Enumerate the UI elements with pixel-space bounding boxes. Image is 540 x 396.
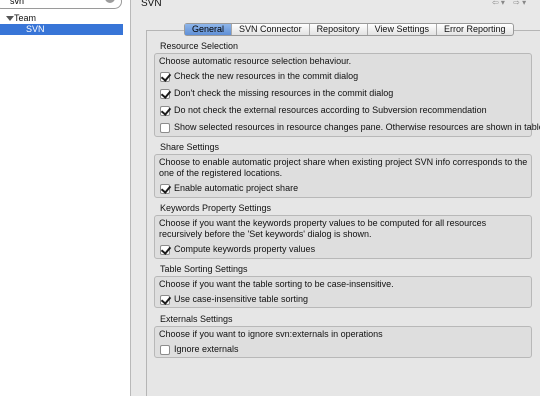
tab-general[interactable]: General: [185, 24, 233, 35]
group-box: Choose if you want the keywords property…: [154, 215, 532, 259]
tab-svn-connector[interactable]: SVN Connector: [232, 24, 310, 35]
group-title: Keywords Property Settings: [160, 203, 272, 213]
checkbox-label: Show selected resources in resource chan…: [174, 122, 540, 133]
group-box: Choose if you want the table sorting to …: [154, 276, 532, 308]
checkbox[interactable]: [160, 105, 170, 116]
tree-item-svn[interactable]: SVN: [0, 24, 123, 35]
group-description: Choose if you want the table sorting to …: [159, 279, 394, 289]
option-check-new-resources[interactable]: Check the new resources in the commit di…: [160, 71, 358, 82]
group-box: Choose to enable automatic project share…: [154, 154, 532, 198]
group-title: Externals Settings: [160, 314, 233, 324]
tree-item-label: Team: [14, 13, 37, 23]
checkbox[interactable]: [160, 344, 170, 355]
filter-search-text: svn: [10, 0, 25, 6]
preferences-tree-pane: svn × Team SVN: [0, 0, 131, 396]
group-title: Resource Selection: [160, 41, 239, 51]
checkbox[interactable]: [160, 71, 170, 82]
filter-search-input[interactable]: svn ×: [0, 0, 122, 9]
history-nav: ⇦ ▾ ⇨ ▾: [492, 0, 540, 8]
group-box: Choose automatic resource selection beha…: [154, 53, 540, 137]
checkbox-label: Check the new resources in the commit di…: [174, 71, 359, 82]
tab-view-settings[interactable]: View Settings: [368, 24, 437, 35]
group-box: Choose if you want to ignore svn:externa…: [154, 326, 532, 358]
checkbox-label: Don't check the missing resources in the…: [174, 88, 394, 99]
tree-item-label: SVN: [26, 24, 45, 34]
option-ignore-externals[interactable]: Ignore externals: [160, 344, 239, 355]
option-case-insensitive-sorting[interactable]: Use case-insensitive table sorting: [160, 294, 308, 305]
checkbox[interactable]: [160, 122, 170, 133]
checkbox-label: Enable automatic project share: [174, 183, 299, 194]
option-dont-check-missing[interactable]: Don't check the missing resources in the…: [160, 88, 393, 99]
option-dont-check-external[interactable]: Do not check the external resources acco…: [160, 105, 487, 116]
checkbox-label: Compute keywords property values: [174, 244, 316, 255]
preference-page: SVN ⇦ ▾ ⇨ ▾ General SVN Connector Reposi…: [132, 0, 540, 396]
group-description: Choose automatic resource selection beha…: [159, 56, 352, 66]
checkbox-label: Use case-insensitive table sorting: [174, 294, 309, 305]
checkbox[interactable]: [160, 244, 170, 255]
group-description: Choose if you want to ignore svn:externa…: [159, 329, 383, 339]
back-arrow-icon[interactable]: ⇦ ▾: [492, 0, 505, 7]
tab-error-reporting[interactable]: Error Reporting: [437, 24, 513, 35]
option-show-selected-resources[interactable]: Show selected resources in resource chan…: [160, 122, 540, 133]
checkbox-label: Do not check the external resources acco…: [174, 105, 487, 116]
group-title: Table Sorting Settings: [160, 264, 248, 274]
checkbox[interactable]: [160, 88, 170, 99]
group-title: Share Settings: [160, 142, 220, 152]
forward-arrow-icon[interactable]: ⇨ ▾: [513, 0, 526, 7]
option-enable-auto-share[interactable]: Enable automatic project share: [160, 183, 298, 194]
page-title: SVN: [141, 0, 162, 9]
tab-bar: General SVN Connector Repository View Se…: [184, 23, 514, 36]
group-description: Choose if you want the keywords property…: [159, 218, 487, 239]
group-description: Choose to enable automatic project share…: [159, 157, 528, 178]
expand-triangle-icon[interactable]: [6, 16, 14, 21]
checkbox[interactable]: [160, 294, 170, 305]
tab-repository[interactable]: Repository: [310, 24, 368, 35]
clear-search-icon[interactable]: ×: [105, 0, 115, 3]
tree-item-team[interactable]: Team: [0, 13, 131, 24]
checkbox-label: Ignore externals: [174, 344, 239, 355]
option-compute-keywords[interactable]: Compute keywords property values: [160, 244, 315, 255]
checkbox[interactable]: [160, 183, 170, 194]
